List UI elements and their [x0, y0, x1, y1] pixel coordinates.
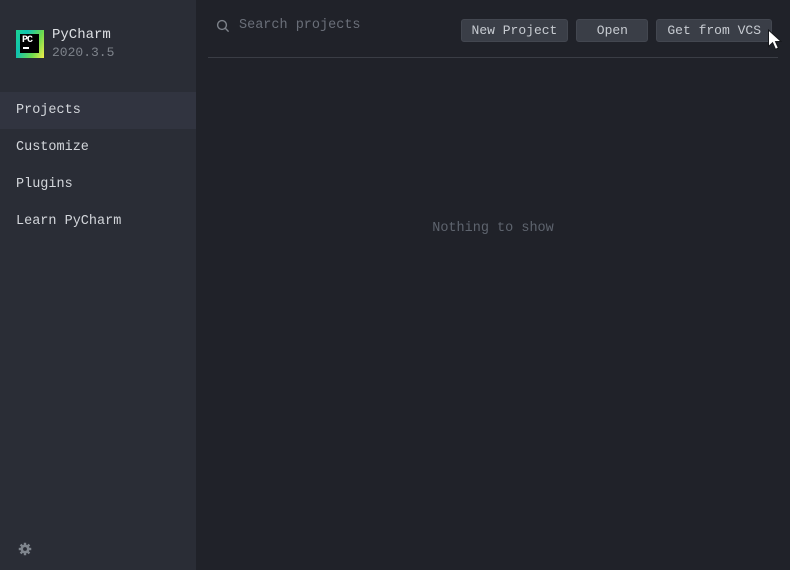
empty-state-message: Nothing to show [196, 221, 790, 236]
main-area: New Project Open Get from VCS Nothing to… [196, 0, 790, 570]
search-icon [216, 19, 230, 33]
new-project-button-label: New Project [472, 23, 558, 38]
gear-icon [17, 541, 33, 557]
sidebar-item-label: Learn PyCharm [16, 214, 121, 229]
search-field[interactable] [216, 18, 449, 33]
header: New Project Open Get from VCS [196, 0, 790, 58]
pycharm-logo-icon: PC [16, 30, 44, 58]
pycharm-logo-dash [23, 47, 29, 49]
sidebar-nav: Projects Customize Plugins Learn PyCharm [0, 92, 196, 240]
open-button-label: Open [597, 23, 628, 38]
app-version: 2020.3.5 [52, 46, 114, 60]
open-button[interactable]: Open [576, 19, 648, 42]
get-from-vcs-button-label: Get from VCS [667, 23, 761, 38]
header-buttons: New Project Open Get from VCS [461, 19, 772, 42]
search-input[interactable] [239, 18, 449, 33]
sidebar-item-learn-pycharm[interactable]: Learn PyCharm [0, 203, 196, 240]
pycharm-logo-inner: PC [20, 34, 39, 53]
sidebar-item-label: Customize [16, 140, 89, 155]
app-title: PyCharm [52, 28, 114, 43]
mouse-arrow-cursor [767, 29, 787, 51]
sidebar-item-label: Plugins [16, 177, 73, 192]
sidebar-item-projects[interactable]: Projects [0, 92, 196, 129]
sidebar-item-plugins[interactable]: Plugins [0, 166, 196, 203]
pycharm-logo-text: PC [22, 35, 32, 46]
sidebar: PC PyCharm 2020.3.5 Projects Customize P… [0, 0, 196, 570]
sidebar-item-customize[interactable]: Customize [0, 129, 196, 166]
app-meta: PyCharm 2020.3.5 [52, 28, 114, 60]
new-project-button[interactable]: New Project [461, 19, 569, 42]
app-logo-row: PC PyCharm 2020.3.5 [16, 28, 114, 60]
header-separator [208, 57, 778, 58]
get-from-vcs-button[interactable]: Get from VCS [656, 19, 772, 42]
welcome-window: PC PyCharm 2020.3.5 Projects Customize P… [0, 0, 790, 570]
settings-button[interactable] [17, 541, 33, 557]
sidebar-item-label: Projects [16, 103, 81, 118]
